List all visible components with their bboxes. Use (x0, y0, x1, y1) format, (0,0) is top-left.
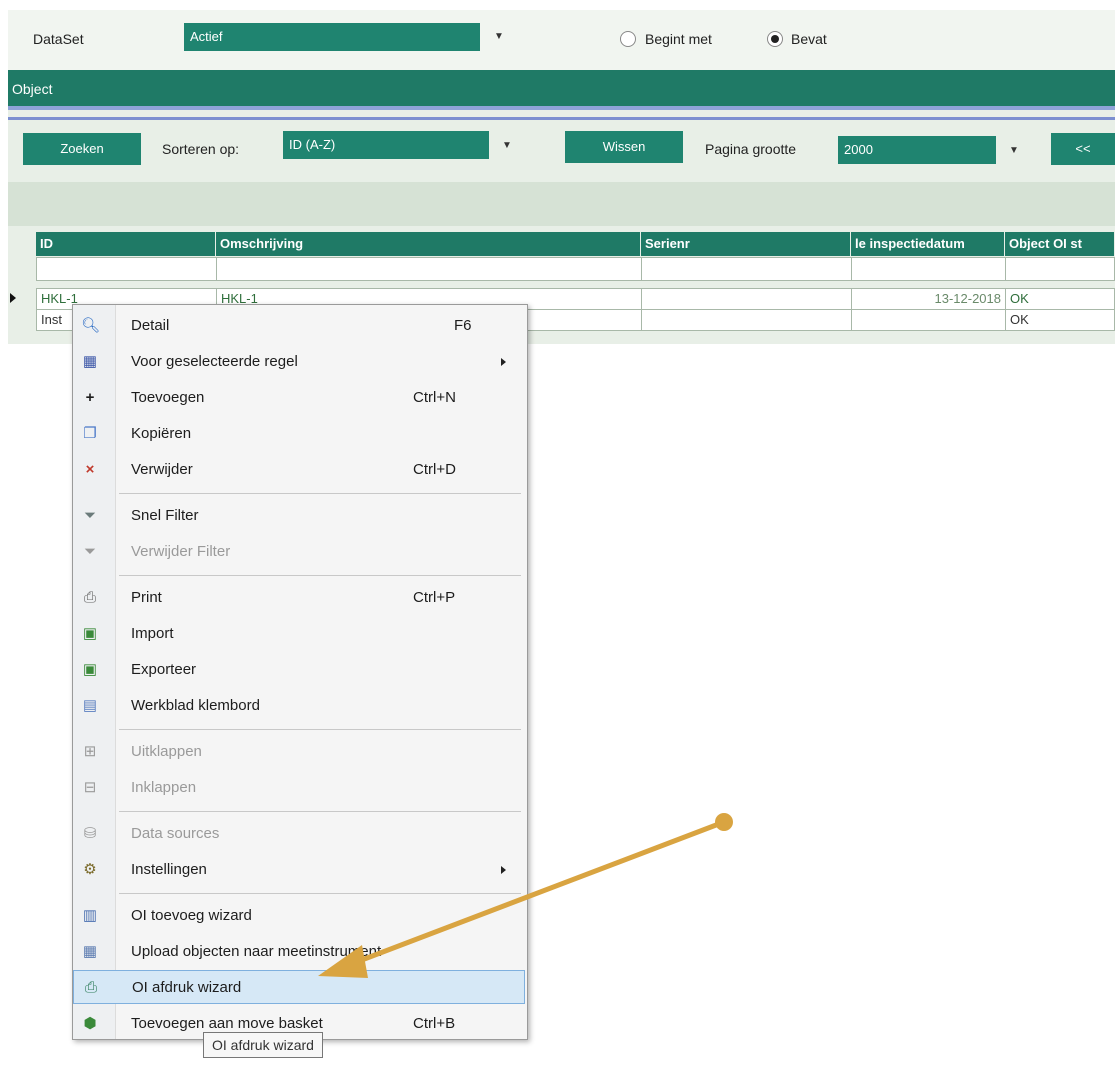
annotation-arrow (318, 813, 733, 978)
